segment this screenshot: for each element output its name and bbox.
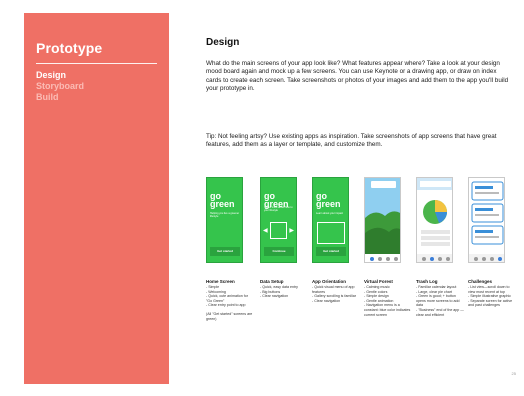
mockup-logo-text: go green (316, 191, 341, 209)
data-setup-mockup: go green Tell us more about how to your … (260, 177, 297, 263)
page-title: Design (206, 37, 240, 48)
desc-line: - Quick, cute animation for "Go Green" (206, 294, 248, 303)
challenges-mockup (468, 177, 505, 263)
desc-line: - Clear navigation (260, 294, 289, 299)
screenshot-row: go green Helping you live a greener life… (206, 177, 516, 263)
desc-challenges: Challenges - List view—scroll down to vi… (468, 279, 516, 308)
right-arrow-icon: ▶ (289, 228, 294, 234)
slide: Prototype Design Storyboard Build Design… (0, 0, 524, 396)
desc-line: - Green is good; + button opens more scr… (416, 294, 460, 308)
pie-chart-icon (417, 178, 452, 262)
desc-home-screen: Home Screen - Simple - Welcoming - Quick… (206, 279, 254, 321)
sidebar-item-build[interactable]: Build (36, 92, 84, 103)
mockup-caption: Learn about your impact (316, 212, 343, 215)
mockup-tagline: Helping you live a greener lifestyle (210, 212, 240, 218)
mockup-start-button: Get started (316, 247, 346, 256)
home-screen-mockup: go green Helping you live a greener life… (206, 177, 243, 263)
sidebar-nav: Design Storyboard Build (36, 70, 84, 103)
desc-app-orientation: App Orientation - Quick visual menu of a… (312, 279, 360, 303)
left-arrow-icon: ◀ (263, 228, 268, 234)
sidebar-divider (36, 63, 157, 64)
desc-trash-log: Trash Log - Familiar calendar layout - L… (416, 279, 464, 317)
tip-paragraph: Tip: Not feeling artsy? Use existing app… (206, 133, 497, 149)
main-content: Design (206, 37, 506, 48)
desc-virtual-forest: Virtual Forest - Calming music - Gentle … (364, 279, 412, 317)
mockup-start-button: Get started (210, 247, 240, 256)
desc-line: - Separate screen for active and past ch… (468, 298, 513, 308)
page-number: 25 (511, 371, 516, 376)
forest-illustration-icon (365, 178, 400, 262)
desc-line: - List view—scroll down to view most rec… (468, 285, 510, 294)
sidebar-item-storyboard[interactable]: Storyboard (36, 81, 84, 92)
desc-line: - "Business" end of the app — clear and … (416, 307, 464, 317)
mockup-gallery-card (317, 222, 345, 244)
mockup-continue-button: Continue (264, 247, 294, 256)
desc-line: - Quick visual menu of app features (312, 285, 355, 294)
desc-line: - Clear entry point to app (206, 303, 246, 308)
app-orientation-mockup: go green Learn about your impact Get sta… (312, 177, 349, 263)
desc-note: (All "Get started" screens are green) (206, 311, 253, 321)
sidebar-item-design[interactable]: Design (36, 70, 84, 81)
mockup-logo-text: go green (210, 191, 235, 209)
virtual-forest-mockup (364, 177, 401, 263)
challenge-cards-icon (469, 181, 504, 262)
body-paragraph-1: What do the main screens of your app loo… (206, 60, 509, 92)
desc-line: - Navigation menu is a constant: blue co… (364, 303, 411, 317)
mockup-input-box (270, 222, 287, 239)
desc-line: - Clear navigation (312, 298, 341, 303)
trash-log-mockup (416, 177, 453, 263)
sidebar: Prototype Design Storyboard Build (24, 13, 169, 384)
mockup-prompt: Tell us more about how to your lifestyle (264, 206, 293, 212)
sidebar-title: Prototype (36, 40, 103, 56)
desc-data-setup: Data Setup - Quick, easy data entry - Bi… (260, 279, 308, 299)
